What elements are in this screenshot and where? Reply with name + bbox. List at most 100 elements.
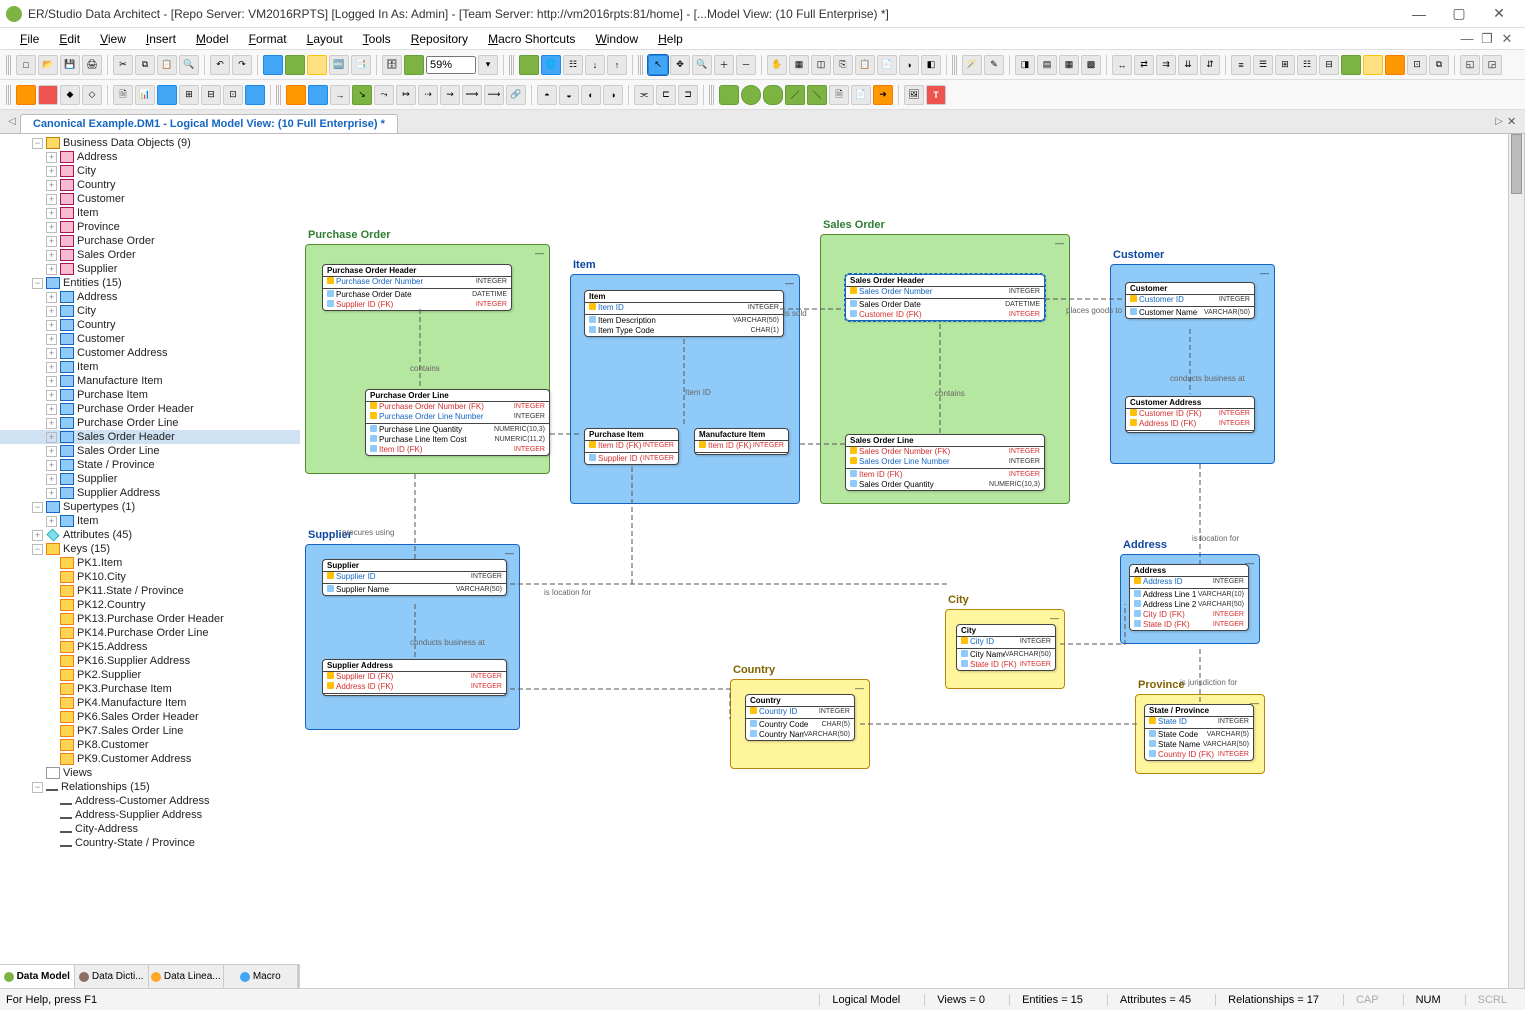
macro-icon[interactable]: ◇ bbox=[82, 85, 102, 105]
entity-prov[interactable]: State / ProvinceState IDINTEGERState Cod… bbox=[1144, 704, 1254, 761]
macro-icon[interactable]: ⊞ bbox=[179, 85, 199, 105]
macro-icon[interactable] bbox=[16, 85, 36, 105]
tool-icon[interactable]: 🔤 bbox=[329, 55, 349, 75]
tree-node[interactable]: PK8.Customer bbox=[0, 738, 300, 752]
repo-get-icon[interactable]: ↓ bbox=[585, 55, 605, 75]
tree-node[interactable]: + Supplier bbox=[0, 262, 300, 276]
tool-icon[interactable]: 📑 bbox=[351, 55, 371, 75]
toolbar-grip[interactable] bbox=[276, 85, 282, 105]
window-icon[interactable]: ▩ bbox=[1081, 55, 1101, 75]
tree-node[interactable]: PK15.Address bbox=[0, 640, 300, 654]
zoom-dropdown[interactable]: ▾ bbox=[478, 55, 498, 75]
shape-ellipse-icon[interactable] bbox=[741, 85, 761, 105]
expander-icon[interactable]: + bbox=[46, 474, 57, 485]
tree-node[interactable]: PK11.State / Province bbox=[0, 584, 300, 598]
layers-icon[interactable]: ◲ bbox=[1482, 55, 1502, 75]
tab-nav-right[interactable]: ▷ bbox=[1491, 116, 1507, 127]
redo-icon[interactable]: ↷ bbox=[232, 55, 252, 75]
expander-icon[interactable]: + bbox=[46, 208, 57, 219]
tool-icon[interactable]: ⊐ bbox=[678, 85, 698, 105]
zoom-input[interactable] bbox=[426, 56, 476, 74]
explorer-tab-0[interactable]: Data Model bbox=[0, 965, 75, 988]
tree-node[interactable]: − Relationships (15) bbox=[0, 780, 300, 794]
copy-icon[interactable]: ⧉ bbox=[135, 55, 155, 75]
tree-node[interactable]: + Purchase Order Header bbox=[0, 402, 300, 416]
tree-node[interactable]: + Country bbox=[0, 178, 300, 192]
rel-icon[interactable]: ⇢ bbox=[418, 85, 438, 105]
macro-icon[interactable]: ⊡ bbox=[223, 85, 243, 105]
collapse-icon[interactable]: — bbox=[1055, 238, 1064, 248]
shape-roundrect-icon[interactable] bbox=[763, 85, 783, 105]
entity-item[interactable]: ItemItem IDINTEGERItem DescriptionVARCHA… bbox=[584, 290, 784, 337]
tree-node[interactable]: + Country bbox=[0, 318, 300, 332]
tree-node[interactable]: PK12.Country bbox=[0, 598, 300, 612]
macro-icon[interactable]: ⊟ bbox=[201, 85, 221, 105]
subtype-icon[interactable]: ◒ bbox=[559, 85, 579, 105]
tree-node[interactable]: Views bbox=[0, 766, 300, 780]
tool-icon[interactable]: ◫ bbox=[811, 55, 831, 75]
entity-soh[interactable]: Sales Order HeaderSales Order NumberINTE… bbox=[845, 274, 1045, 321]
toolbar-grip[interactable] bbox=[6, 85, 12, 105]
view-icon[interactable] bbox=[308, 85, 328, 105]
layout-icon[interactable]: ⇵ bbox=[1200, 55, 1220, 75]
toolbar-grip[interactable] bbox=[638, 55, 644, 75]
rel-icon[interactable]: ⤳ bbox=[374, 85, 394, 105]
layers-icon[interactable]: ◱ bbox=[1460, 55, 1480, 75]
tab-close[interactable]: ✕ bbox=[1507, 115, 1521, 128]
layout-icon[interactable]: ↔ bbox=[1112, 55, 1132, 75]
window-icon[interactable]: ◨ bbox=[1015, 55, 1035, 75]
pan-icon[interactable]: ✥ bbox=[670, 55, 690, 75]
collapse-icon[interactable]: — bbox=[1050, 613, 1059, 623]
entity-icon[interactable] bbox=[286, 85, 306, 105]
menu-insert[interactable]: Insert bbox=[136, 30, 186, 48]
tree-node[interactable]: PK14.Purchase Order Line bbox=[0, 626, 300, 640]
menu-tools[interactable]: Tools bbox=[353, 30, 401, 48]
expander-icon[interactable]: + bbox=[46, 180, 57, 191]
align-icon[interactable]: ☷ bbox=[1297, 55, 1317, 75]
expander-icon[interactable]: − bbox=[32, 502, 43, 513]
expander-icon[interactable]: + bbox=[46, 152, 57, 163]
toolbar-grip[interactable] bbox=[952, 55, 958, 75]
entity-mi[interactable]: Manufacture ItemItem ID (FK)INTEGER bbox=[694, 428, 789, 455]
macro-icon[interactable]: 🗎 bbox=[113, 85, 133, 105]
mdi-minimize[interactable]: — bbox=[1457, 31, 1477, 46]
collapse-icon[interactable]: — bbox=[855, 683, 864, 693]
expander-icon[interactable]: + bbox=[46, 292, 57, 303]
expander-icon[interactable]: + bbox=[46, 432, 57, 443]
menu-model[interactable]: Model bbox=[186, 30, 239, 48]
subtype-icon[interactable]: ◓ bbox=[537, 85, 557, 105]
macro-icon[interactable] bbox=[245, 85, 265, 105]
layout-icon[interactable]: ⇄ bbox=[1134, 55, 1154, 75]
paste-icon[interactable]: 📋 bbox=[157, 55, 177, 75]
explorer-tab-2[interactable]: Data Linea... bbox=[149, 965, 224, 988]
entity-sol[interactable]: Sales Order LineSales Order Number (FK)I… bbox=[845, 434, 1045, 491]
close-button[interactable]: ✕ bbox=[1479, 5, 1519, 22]
rel-icon[interactable]: → bbox=[330, 85, 350, 105]
tree-node[interactable]: PK7.Sales Order Line bbox=[0, 724, 300, 738]
tree-node[interactable]: + Supplier Address bbox=[0, 486, 300, 500]
title-icon[interactable]: 🗎 bbox=[829, 85, 849, 105]
entity-pi[interactable]: Purchase ItemItem ID (FK)INTEGERSupplier… bbox=[584, 428, 679, 465]
tree-node[interactable]: + Customer Address bbox=[0, 346, 300, 360]
menu-view[interactable]: View bbox=[90, 30, 136, 48]
hand-icon[interactable]: ✋ bbox=[767, 55, 787, 75]
expander-icon[interactable]: − bbox=[32, 138, 43, 149]
tree-node[interactable]: − Entities (15) bbox=[0, 276, 300, 290]
tree-node[interactable]: − Supertypes (1) bbox=[0, 500, 300, 514]
window-icon[interactable]: ▤ bbox=[1037, 55, 1057, 75]
find-icon[interactable]: 🔍 bbox=[179, 55, 199, 75]
tree-node[interactable]: + Address bbox=[0, 150, 300, 164]
save-icon[interactable]: 💾 bbox=[60, 55, 80, 75]
tree-node[interactable]: + Manufacture Item bbox=[0, 374, 300, 388]
entity-poh[interactable]: Purchase Order HeaderPurchase Order Numb… bbox=[322, 264, 512, 311]
new-icon[interactable]: □ bbox=[16, 55, 36, 75]
tree-node[interactable]: City-Address bbox=[0, 822, 300, 836]
expander-icon[interactable]: + bbox=[46, 488, 57, 499]
tree-node[interactable]: PK1.Item bbox=[0, 556, 300, 570]
entity-country[interactable]: CountryCountry IDINTEGERCountry CodeCHAR… bbox=[745, 694, 855, 741]
layout-icon[interactable]: ⇊ bbox=[1178, 55, 1198, 75]
menu-repository[interactable]: Repository bbox=[401, 30, 478, 48]
tree-node[interactable]: + Sales Order Line bbox=[0, 444, 300, 458]
db-icon[interactable] bbox=[404, 55, 424, 75]
tool-icon[interactable] bbox=[285, 55, 305, 75]
